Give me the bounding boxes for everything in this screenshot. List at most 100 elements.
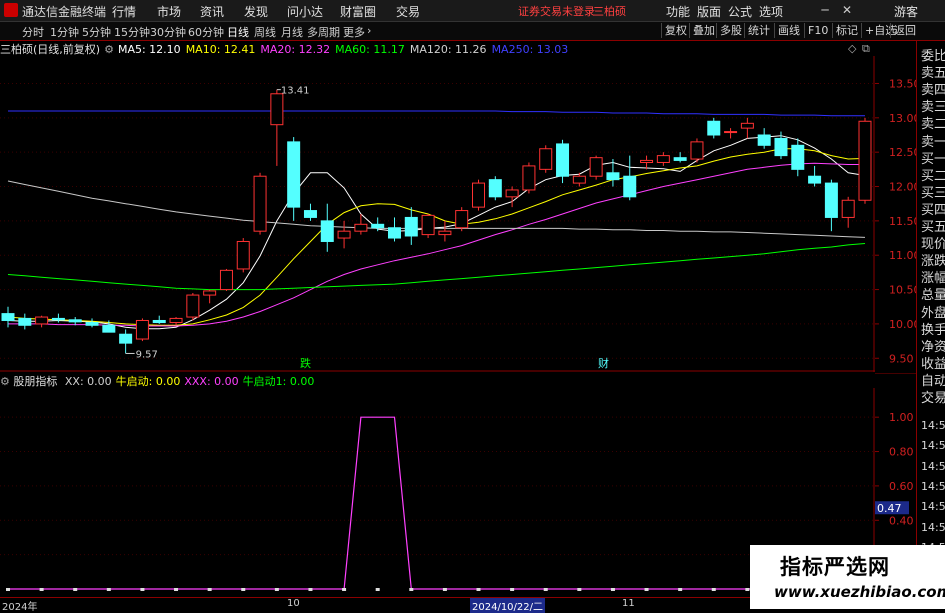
period-tab[interactable]: 更多 [343, 24, 365, 40]
right-menu-item[interactable]: 功能 [666, 3, 690, 20]
toolbar-button[interactable]: 叠加 [689, 23, 718, 38]
indicator-name: 股朋指标 [13, 375, 58, 388]
period-tab[interactable]: 60分钟 [188, 24, 224, 40]
candlestick-chart[interactable]: 13.41 9.57 跌 财 [0, 56, 875, 372]
app-title: 通达信金融终端 [22, 5, 107, 19]
guest-label[interactable]: 游客 [894, 3, 918, 20]
chevron-right-icon[interactable]: › [367, 24, 371, 37]
candle-body [253, 175, 267, 232]
candle-body [35, 316, 49, 325]
ma-info-bar: 三柏硕(日线,前复权) ⚙ MA5: 12.10 MA10: 12.41 MA20: 1… [0, 41, 875, 56]
watermark-title: 指标严选网 [780, 555, 890, 579]
menu-item[interactable]: 行情 [112, 3, 136, 20]
period-tab[interactable]: 30分钟 [150, 24, 186, 40]
candle-body [51, 317, 65, 321]
toolbar-button[interactable]: F10 [804, 23, 831, 38]
toolbar-button[interactable]: 统计 [744, 23, 773, 38]
candle-body [757, 134, 771, 146]
candle-body [791, 144, 805, 170]
indicator-dot [442, 588, 447, 591]
period-tab[interactable]: 15分钟 [114, 24, 150, 40]
trade-time: 14:56 [921, 500, 945, 514]
indicator-dot [39, 588, 44, 591]
price-axis-label: 13.00 [889, 112, 916, 125]
period-tab[interactable]: 多周期 [307, 24, 340, 40]
ma-line-ma60 [7, 243, 866, 291]
indicator-dot [610, 588, 615, 591]
candle-body [236, 240, 250, 270]
candle-body [438, 230, 452, 236]
candle-body [219, 269, 233, 291]
right-menu-item[interactable]: 选项 [759, 3, 783, 20]
candle-body [589, 157, 603, 177]
indicator-dot [678, 588, 683, 591]
trade-time: 14:56 [921, 479, 945, 493]
minimize-icon[interactable]: ─ [816, 2, 834, 18]
right-menu-item[interactable]: 版面 [697, 3, 721, 20]
menu-item[interactable]: 市场 [157, 3, 181, 20]
menu-item[interactable]: 发现 [244, 3, 268, 20]
candle-body [119, 333, 133, 344]
candle-body [455, 210, 469, 229]
indicator-dot [543, 588, 548, 591]
toolbar-button[interactable]: 复权 [661, 23, 690, 38]
indicator-dot [342, 588, 347, 591]
indicator-dot [106, 588, 111, 591]
period-tab[interactable]: 分时 [22, 24, 44, 40]
candle-body [68, 319, 82, 323]
menu-item[interactable]: 资讯 [200, 3, 224, 20]
candle-body [724, 131, 738, 134]
candle-body [186, 294, 200, 318]
candle-body [270, 93, 284, 126]
candle-body [404, 216, 418, 237]
menu-item[interactable]: 问小达 [287, 3, 323, 20]
period-tab[interactable]: 月线 [281, 24, 303, 40]
toolbar-button[interactable]: 返回 [890, 23, 919, 38]
trade-time: 14:56 [921, 419, 945, 432]
price-axis-label: 11.00 [889, 249, 916, 262]
price-axis-label: 13.50 [889, 77, 916, 90]
toolbar-button[interactable]: 标记 [832, 23, 861, 38]
indicator-dot [308, 588, 313, 591]
diamond-icon[interactable]: ◇ [848, 42, 856, 55]
close-icon[interactable]: ✕ [838, 2, 856, 18]
candle-body [623, 175, 637, 198]
toolbar-button[interactable]: 多股 [716, 23, 745, 38]
menu-item[interactable]: 财富圈 [340, 3, 376, 20]
period-tab[interactable]: 1分钟 [50, 24, 79, 40]
period-tab[interactable]: 5分钟 [82, 24, 111, 40]
ma-label: MA120: 11.26 [409, 43, 487, 56]
user-name: 三柏硕 [593, 5, 626, 18]
app-logo-icon [4, 3, 18, 17]
candle-body [522, 165, 536, 191]
right-menu-item[interactable]: 公式 [728, 3, 752, 20]
candle-body [421, 214, 435, 236]
candle-body [740, 122, 754, 129]
period-tab[interactable]: 周线 [254, 24, 276, 40]
ma-label: MA60: 11.17 [335, 43, 405, 56]
indicator-chart[interactable] [0, 388, 875, 597]
menu-item[interactable]: 交易 [396, 3, 420, 20]
indicator-dot [577, 588, 582, 591]
trade-time: 14:56 [921, 520, 945, 534]
low-price-label: 9.57 [136, 349, 158, 360]
expand-icon[interactable]: ⧉ [862, 42, 870, 56]
login-warning[interactable]: 证券交易未登录 [518, 3, 595, 19]
candle-body [152, 319, 166, 324]
settings-icon[interactable]: ⚙ [0, 375, 10, 388]
candle-body [707, 120, 721, 136]
candle-body [472, 182, 486, 208]
price-axis-label: 10.50 [889, 284, 916, 297]
indicator-dot [140, 588, 145, 591]
candle-body [690, 141, 704, 160]
indicator-current-value: 0.47 [877, 502, 902, 515]
indicator-dot [274, 588, 279, 591]
indicator-dot [174, 588, 179, 591]
settings-icon[interactable]: ⚙ [104, 43, 114, 56]
indicator-info-bar: ⚙ 股朋指标 XX: 0.00 牛启动: 0.00 XXX: 0.00 牛启动1: 0… [0, 373, 875, 388]
toolbar-button[interactable]: 画线 [774, 23, 803, 38]
candle-body [572, 175, 586, 184]
candle-body [808, 175, 822, 184]
period-tab[interactable]: 日线 [227, 24, 249, 40]
stock-name-label: 三柏硕(日线,前复权) [0, 43, 101, 56]
